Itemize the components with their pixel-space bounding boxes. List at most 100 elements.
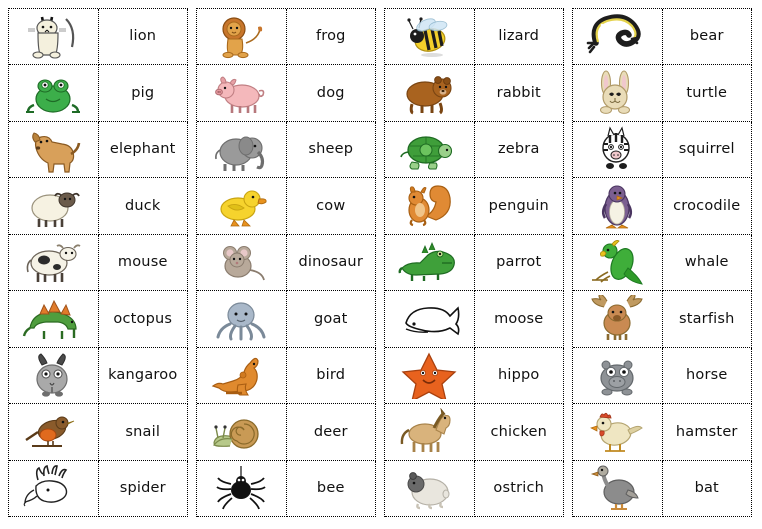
picture-cell-rabbit[interactable] [573,65,663,122]
picture-cell-cow[interactable] [9,234,99,292]
picture-cell-hippo[interactable] [573,347,663,405]
word-label: dog [316,84,345,101]
word-cell[interactable]: ostrich [474,460,564,517]
picture-cell-bird[interactable] [9,404,99,461]
word-cell[interactable]: lion [98,9,188,66]
table-row: lion [9,9,188,66]
picture-cell-moose[interactable] [573,291,663,348]
sheep-icon [22,182,84,230]
word-cell[interactable]: squirrel [662,121,752,179]
word-label: rabbit [496,84,541,101]
picture-cell-dinosaur[interactable] [9,291,99,348]
hamster-icon [398,464,460,512]
word-label: parrot [496,254,542,271]
word-cell[interactable]: hamster [662,404,752,461]
picture-cell-octopus[interactable] [197,291,287,348]
picture-cell-pig[interactable] [197,65,287,122]
picture-cell-squirrel[interactable] [385,178,475,235]
table-row: bee [197,460,376,517]
word-cell[interactable]: spider [98,460,188,517]
picture-cell-snail[interactable] [197,404,287,461]
picture-cell-sheep[interactable] [9,178,99,235]
picture-cell-zebra[interactable] [573,121,663,179]
word-label: hamster [675,423,738,440]
word-cell[interactable]: starfish [662,291,752,348]
word-cell[interactable]: zebra [474,121,564,179]
table-row: frog [197,9,376,66]
picture-cell-deer[interactable] [9,460,99,517]
word-cell[interactable]: rabbit [474,65,564,122]
word-cell[interactable]: pig [98,65,188,122]
word-cell[interactable]: dog [286,65,376,122]
word-label: goat [314,310,348,327]
word-cell[interactable]: dinosaur [286,234,376,292]
word-cell[interactable]: deer [286,404,376,461]
word-cell[interactable]: bee [286,460,376,517]
word-cell[interactable]: bird [286,347,376,405]
picture-cell-dog[interactable] [9,121,99,179]
table-row: squirrel [573,121,752,179]
picture-cell-cat[interactable] [9,9,99,66]
picture-cell-kangaroo[interactable] [197,347,287,405]
picture-cell-turtle[interactable] [385,121,475,179]
table-row: bat [573,460,752,517]
picture-cell-horse[interactable] [385,404,475,461]
picture-cell-elephant[interactable] [197,121,287,179]
picture-cell-mouse[interactable] [197,234,287,292]
column-group-3: lizard rabbit zebra penguin parrot moose hippo… [384,8,564,517]
word-cell[interactable]: octopus [98,291,188,348]
picture-cell-lion[interactable] [197,9,287,66]
table-row: ostrich [385,460,564,517]
word-cell[interactable]: turtle [662,65,752,122]
word-cell[interactable]: whale [662,234,752,292]
table-row: zebra [385,121,564,179]
word-cell[interactable]: bear [662,9,752,66]
picture-cell-duck[interactable] [197,178,287,235]
picture-cell-crocodile[interactable] [385,234,475,292]
picture-cell-bear[interactable] [385,65,475,122]
picture-cell-penguin[interactable] [573,178,663,235]
table-row: whale [573,234,752,292]
word-cell[interactable]: crocodile [662,178,752,235]
chicken-icon [586,408,648,456]
table-row: pig [9,65,188,122]
picture-cell-chicken[interactable] [573,404,663,461]
word-cell[interactable]: parrot [474,234,564,292]
word-cell[interactable]: mouse [98,234,188,292]
word-cell[interactable]: snail [98,404,188,461]
word-label: frog [315,28,346,45]
word-cell[interactable]: cow [286,178,376,235]
word-cell[interactable]: elephant [98,121,188,179]
word-cell[interactable]: goat [286,291,376,348]
picture-cell-frog[interactable] [9,65,99,122]
word-label: snail [125,423,161,440]
picture-cell-lizard[interactable] [573,9,663,66]
picture-cell-spider[interactable] [197,460,287,517]
picture-cell-bee[interactable] [385,9,475,66]
picture-cell-goat[interactable] [9,347,99,405]
picture-cell-hamster[interactable] [385,460,475,517]
word-label: spider [119,479,166,496]
word-cell[interactable]: penguin [474,178,564,235]
word-label: whale [684,254,729,271]
picture-cell-starfish[interactable] [385,347,475,405]
table-row: sheep [197,121,376,179]
table-row: penguin [385,178,564,235]
picture-cell-parrot[interactable] [573,234,663,292]
hippo-icon [586,351,648,399]
picture-cell-ostrich[interactable] [573,460,663,517]
word-cell[interactable]: bat [662,460,752,517]
word-cell[interactable]: duck [98,178,188,235]
word-cell[interactable]: kangaroo [98,347,188,405]
word-cell[interactable]: sheep [286,121,376,179]
elephant-icon [210,126,272,174]
picture-cell-whale[interactable] [385,291,475,348]
word-cell[interactable]: chicken [474,404,564,461]
word-cell[interactable]: frog [286,9,376,66]
table-row: hippo [385,347,564,405]
word-cell[interactable]: horse [662,347,752,405]
word-cell[interactable]: hippo [474,347,564,405]
word-cell[interactable]: lizard [474,9,564,66]
word-cell[interactable]: moose [474,291,564,348]
table-row: elephant [9,121,188,179]
